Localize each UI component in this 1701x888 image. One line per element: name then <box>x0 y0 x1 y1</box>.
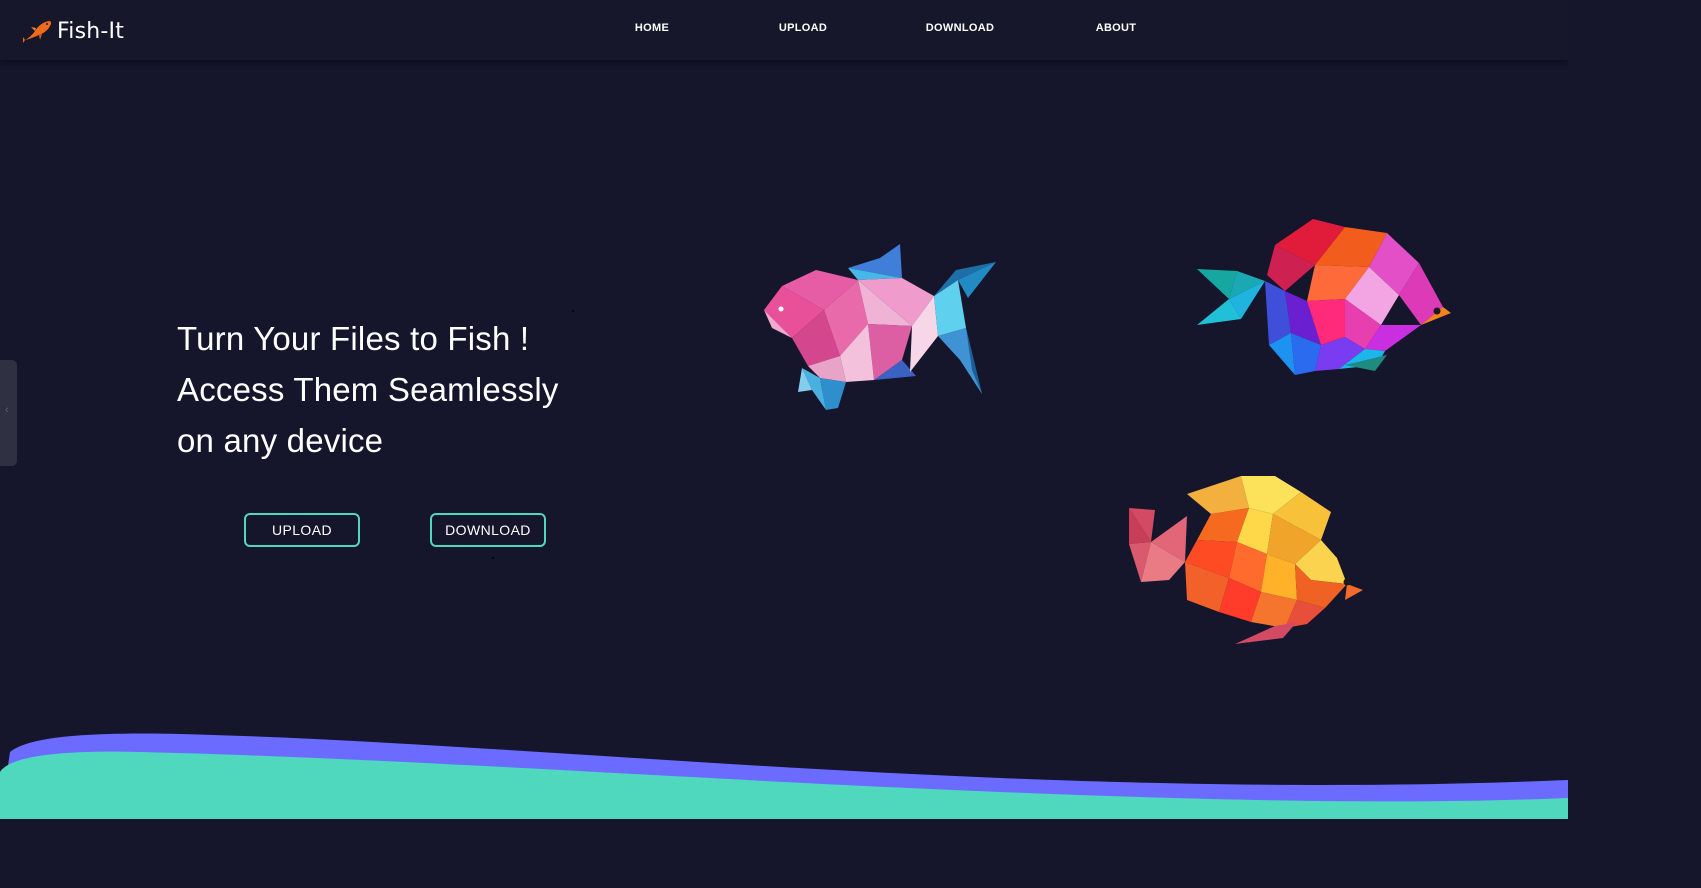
speck <box>572 310 574 312</box>
nav-upload[interactable]: UPLOAD <box>779 22 827 34</box>
brand-name: Fish-It <box>57 18 125 44</box>
nav-home[interactable]: HOME <box>635 22 669 34</box>
chevron-left-icon: ‹ <box>5 404 9 416</box>
page: Fish-It HOME UPLOAD DOWNLOAD ABOUT ‹ Tur… <box>0 0 1568 819</box>
side-drawer-tab[interactable]: ‹ <box>0 360 17 466</box>
download-button[interactable]: DOWNLOAD <box>430 513 546 547</box>
rainbow-fish-illustration <box>1197 219 1451 375</box>
pink-fish-illustration <box>764 244 996 410</box>
brand-link[interactable]: Fish-It <box>22 14 124 48</box>
bottom-waves <box>0 733 1568 819</box>
upload-button[interactable]: UPLOAD <box>244 513 360 547</box>
nav-about[interactable]: ABOUT <box>1096 22 1137 34</box>
hero-heading-line-1: Turn Your Files to Fish ! <box>177 320 530 357</box>
nav-download[interactable]: DOWNLOAD <box>926 22 994 34</box>
hero-heading-line-3: on any device <box>177 422 384 459</box>
yellow-fish-illustration <box>1129 476 1363 644</box>
fish-logo-icon <box>22 18 54 44</box>
speck <box>492 557 494 559</box>
hero-heading-line-2: Access Them Seamlessly <box>177 371 559 408</box>
navbar: Fish-It HOME UPLOAD DOWNLOAD ABOUT <box>0 0 1568 60</box>
